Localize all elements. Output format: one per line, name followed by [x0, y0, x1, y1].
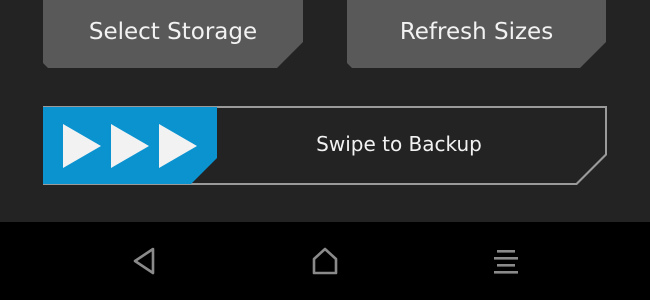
- nav-back-button[interactable]: [122, 239, 166, 283]
- swipe-handle[interactable]: [43, 107, 217, 184]
- nav-home-button[interactable]: [303, 239, 347, 283]
- home-icon: [312, 247, 338, 275]
- triple-chevron-right-icon: [43, 107, 217, 184]
- refresh-sizes-button[interactable]: Refresh Sizes: [347, 0, 606, 68]
- main-content: Select Storage Refresh Sizes Swipe to Ba…: [0, 0, 650, 222]
- menu-icon: [494, 250, 518, 274]
- nav-menu-button[interactable]: [484, 239, 528, 283]
- navigation-bar: [0, 222, 650, 300]
- back-triangle-icon: [133, 247, 155, 275]
- refresh-sizes-label: Refresh Sizes: [399, 19, 554, 45]
- select-storage-label: Select Storage: [88, 19, 258, 45]
- select-storage-button[interactable]: Select Storage: [43, 0, 303, 68]
- swipe-label: Swipe to Backup: [216, 108, 582, 183]
- swipe-label-text: Swipe to Backup: [316, 131, 482, 156]
